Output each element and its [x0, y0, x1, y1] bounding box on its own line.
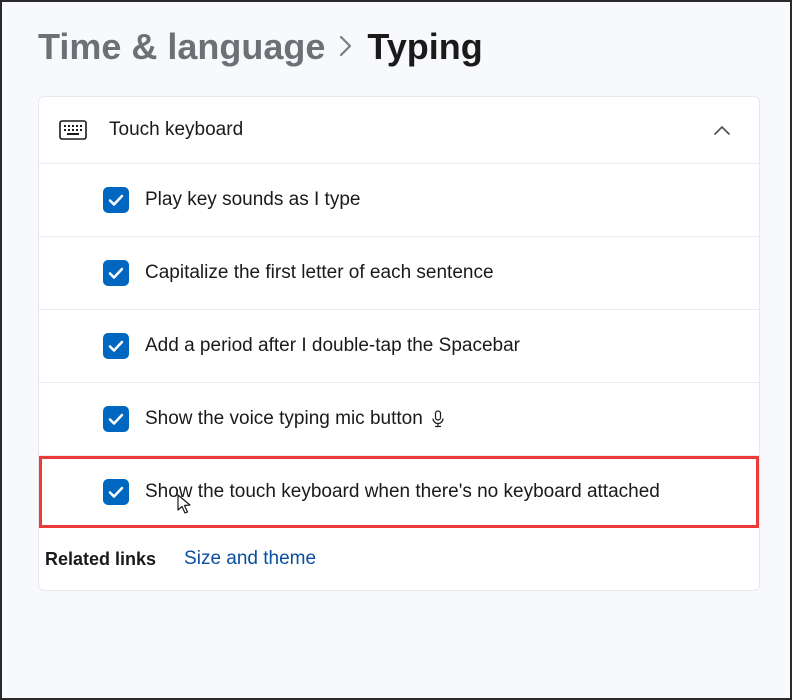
touch-keyboard-panel: Touch keyboard Play key sounds as I type… [38, 96, 760, 591]
checkbox-icon[interactable] [103, 479, 129, 505]
chevron-right-icon [339, 33, 353, 64]
option-play-sounds[interactable]: Play key sounds as I type [39, 164, 759, 237]
related-links-row: Related links Size and theme [39, 528, 759, 590]
option-add-period[interactable]: Add a period after I double-tap the Spac… [39, 310, 759, 383]
chevron-up-icon[interactable] [713, 125, 731, 136]
breadcrumb: Time & language Typing [38, 26, 760, 68]
size-and-theme-link[interactable]: Size and theme [184, 548, 316, 570]
option-label: Show the voice typing mic button [145, 406, 445, 432]
section-title: Touch keyboard [109, 119, 691, 141]
option-label: Add a period after I double-tap the Spac… [145, 333, 520, 359]
option-capitalize-first[interactable]: Capitalize the first letter of each sent… [39, 237, 759, 310]
touch-keyboard-header[interactable]: Touch keyboard [39, 97, 759, 164]
checkbox-icon[interactable] [103, 333, 129, 359]
checkbox-icon[interactable] [103, 406, 129, 432]
related-links-heading: Related links [45, 549, 156, 570]
option-show-touch-keyboard[interactable]: Show the touch keyboard when there's no … [39, 456, 759, 528]
breadcrumb-current: Typing [367, 26, 482, 68]
keyboard-icon [59, 120, 87, 140]
checkbox-icon[interactable] [103, 187, 129, 213]
option-voice-mic[interactable]: Show the voice typing mic button [39, 383, 759, 456]
breadcrumb-parent[interactable]: Time & language [38, 26, 325, 68]
option-label: Show the touch keyboard when there's no … [145, 479, 660, 505]
checkbox-icon[interactable] [103, 260, 129, 286]
option-label: Play key sounds as I type [145, 187, 360, 213]
cursor-icon [177, 494, 195, 521]
microphone-icon [431, 410, 445, 428]
option-label: Capitalize the first letter of each sent… [145, 260, 494, 286]
